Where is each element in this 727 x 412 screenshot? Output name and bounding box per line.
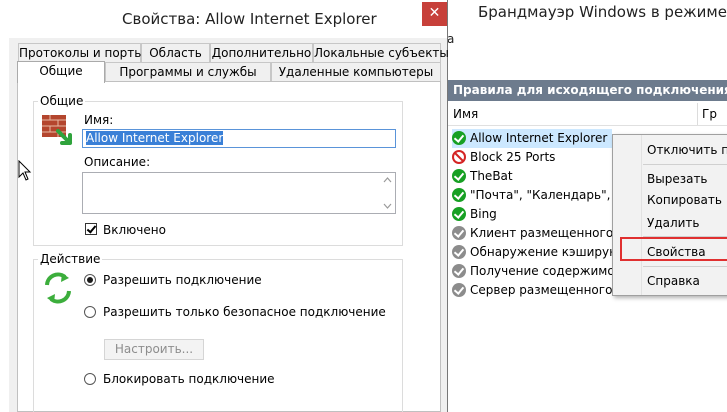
block-connection-label: Блокировать подключение <box>103 372 275 386</box>
rule-name: "Почта", "Календарь", "Лю <box>470 188 612 202</box>
column-divider[interactable] <box>697 103 698 125</box>
rule-row[interactable]: Клиент размещенного кэ <box>452 224 612 243</box>
menu-fragment[interactable]: а <box>447 32 454 46</box>
rule-name: Сервер размещенного кэ <box>470 283 612 297</box>
column-name[interactable]: Имя <box>453 107 478 121</box>
green-check-icon <box>452 169 466 183</box>
block-icon <box>452 150 466 164</box>
general-group-label: Общие <box>38 94 86 108</box>
allow-connection-label: Разрешить подключение <box>103 273 262 287</box>
grey-check-icon <box>452 226 466 240</box>
tab-advanced[interactable]: Дополнительно <box>210 43 313 62</box>
rule-row[interactable]: Block 25 Ports <box>452 148 612 167</box>
green-check-icon <box>452 207 466 221</box>
menu-item-disable[interactable]: Отключить п <box>647 143 727 157</box>
menu-item-delete[interactable]: Удалить <box>647 216 700 230</box>
name-field[interactable]: Allow Internet Explorer <box>82 129 396 148</box>
grey-check-icon <box>452 264 466 278</box>
rule-name: Клиент размещенного кэ <box>470 226 612 240</box>
rule-name: Block 25 Ports <box>470 150 556 164</box>
dialog-title: Свойства: Allow Internet Explorer <box>122 10 377 28</box>
description-label: Описание: <box>84 155 151 169</box>
tab-programs-services[interactable]: Программы и службы <box>105 62 271 81</box>
green-check-icon <box>452 188 466 202</box>
rule-row[interactable]: Bing <box>452 205 612 224</box>
properties-highlight <box>620 237 727 261</box>
mouse-cursor-icon <box>18 160 32 181</box>
column-group[interactable]: Гр <box>702 107 717 121</box>
outbound-rules-header: Правила для исходящего подключения <box>447 80 727 101</box>
enabled-checkbox[interactable] <box>85 223 97 235</box>
rule-row[interactable]: TheBat <box>452 167 612 186</box>
rule-row[interactable]: Allow Internet Explorer <box>452 129 612 148</box>
tab-local-principals[interactable]: Локальные субъекты <box>313 43 449 62</box>
tab-general[interactable]: Общие <box>17 61 105 83</box>
context-menu: Отключить п Вырезать Копировать Удалить … <box>612 134 727 296</box>
menu-item-help[interactable]: Справка <box>647 274 700 288</box>
rule-name: Обнаружение кэширующ <box>470 245 612 259</box>
allow-secure-radio[interactable] <box>84 306 96 318</box>
grey-check-icon <box>452 245 466 259</box>
menu-gutter <box>641 135 642 295</box>
description-field[interactable] <box>82 172 396 214</box>
block-connection-radio[interactable] <box>84 373 96 385</box>
rule-row[interactable]: Получение содержимого <box>452 262 612 281</box>
tab-protocols-ports[interactable]: Протоколы и порты <box>18 43 144 62</box>
grey-check-icon <box>452 283 466 297</box>
tab-scope[interactable]: Область <box>141 43 210 62</box>
rule-name: Bing <box>470 207 497 221</box>
name-label: Имя: <box>84 113 114 127</box>
rule-row[interactable]: Обнаружение кэширующ <box>452 243 612 262</box>
rule-row[interactable]: "Почта", "Календарь", "Лю <box>452 186 612 205</box>
firewall-window-title: Брандмауэр Windows в режиме по <box>478 3 727 21</box>
customize-button[interactable]: Настроить... <box>104 339 204 360</box>
menu-separator <box>643 164 727 165</box>
enabled-label: Включено <box>103 223 166 237</box>
allow-arrows-icon <box>45 272 71 304</box>
menu-item-copy[interactable]: Копировать <box>647 193 722 207</box>
menu-item-cut[interactable]: Вырезать <box>647 172 708 186</box>
close-button[interactable]: ✕ <box>422 2 447 26</box>
allow-connection-radio[interactable] <box>84 274 96 286</box>
green-check-icon <box>452 131 466 145</box>
name-value: Allow Internet Explorer <box>86 131 224 145</box>
firewall-brick-icon <box>42 115 72 145</box>
tab-remote-computers[interactable]: Удаленные компьютеры <box>271 62 441 81</box>
action-group-label: Действие <box>38 252 103 266</box>
rule-name: TheBat <box>470 169 513 183</box>
rules-column-header: Имя Гр <box>447 103 727 126</box>
description-scrollbar[interactable] <box>380 173 395 213</box>
rule-name: Получение содержимого <box>470 264 612 278</box>
allow-secure-label: Разрешить только безопасное подключение <box>103 305 386 319</box>
rule-name: Allow Internet Explorer <box>470 131 608 145</box>
menu-separator <box>643 266 727 267</box>
rule-row[interactable]: Сервер размещенного кэ <box>452 281 612 300</box>
